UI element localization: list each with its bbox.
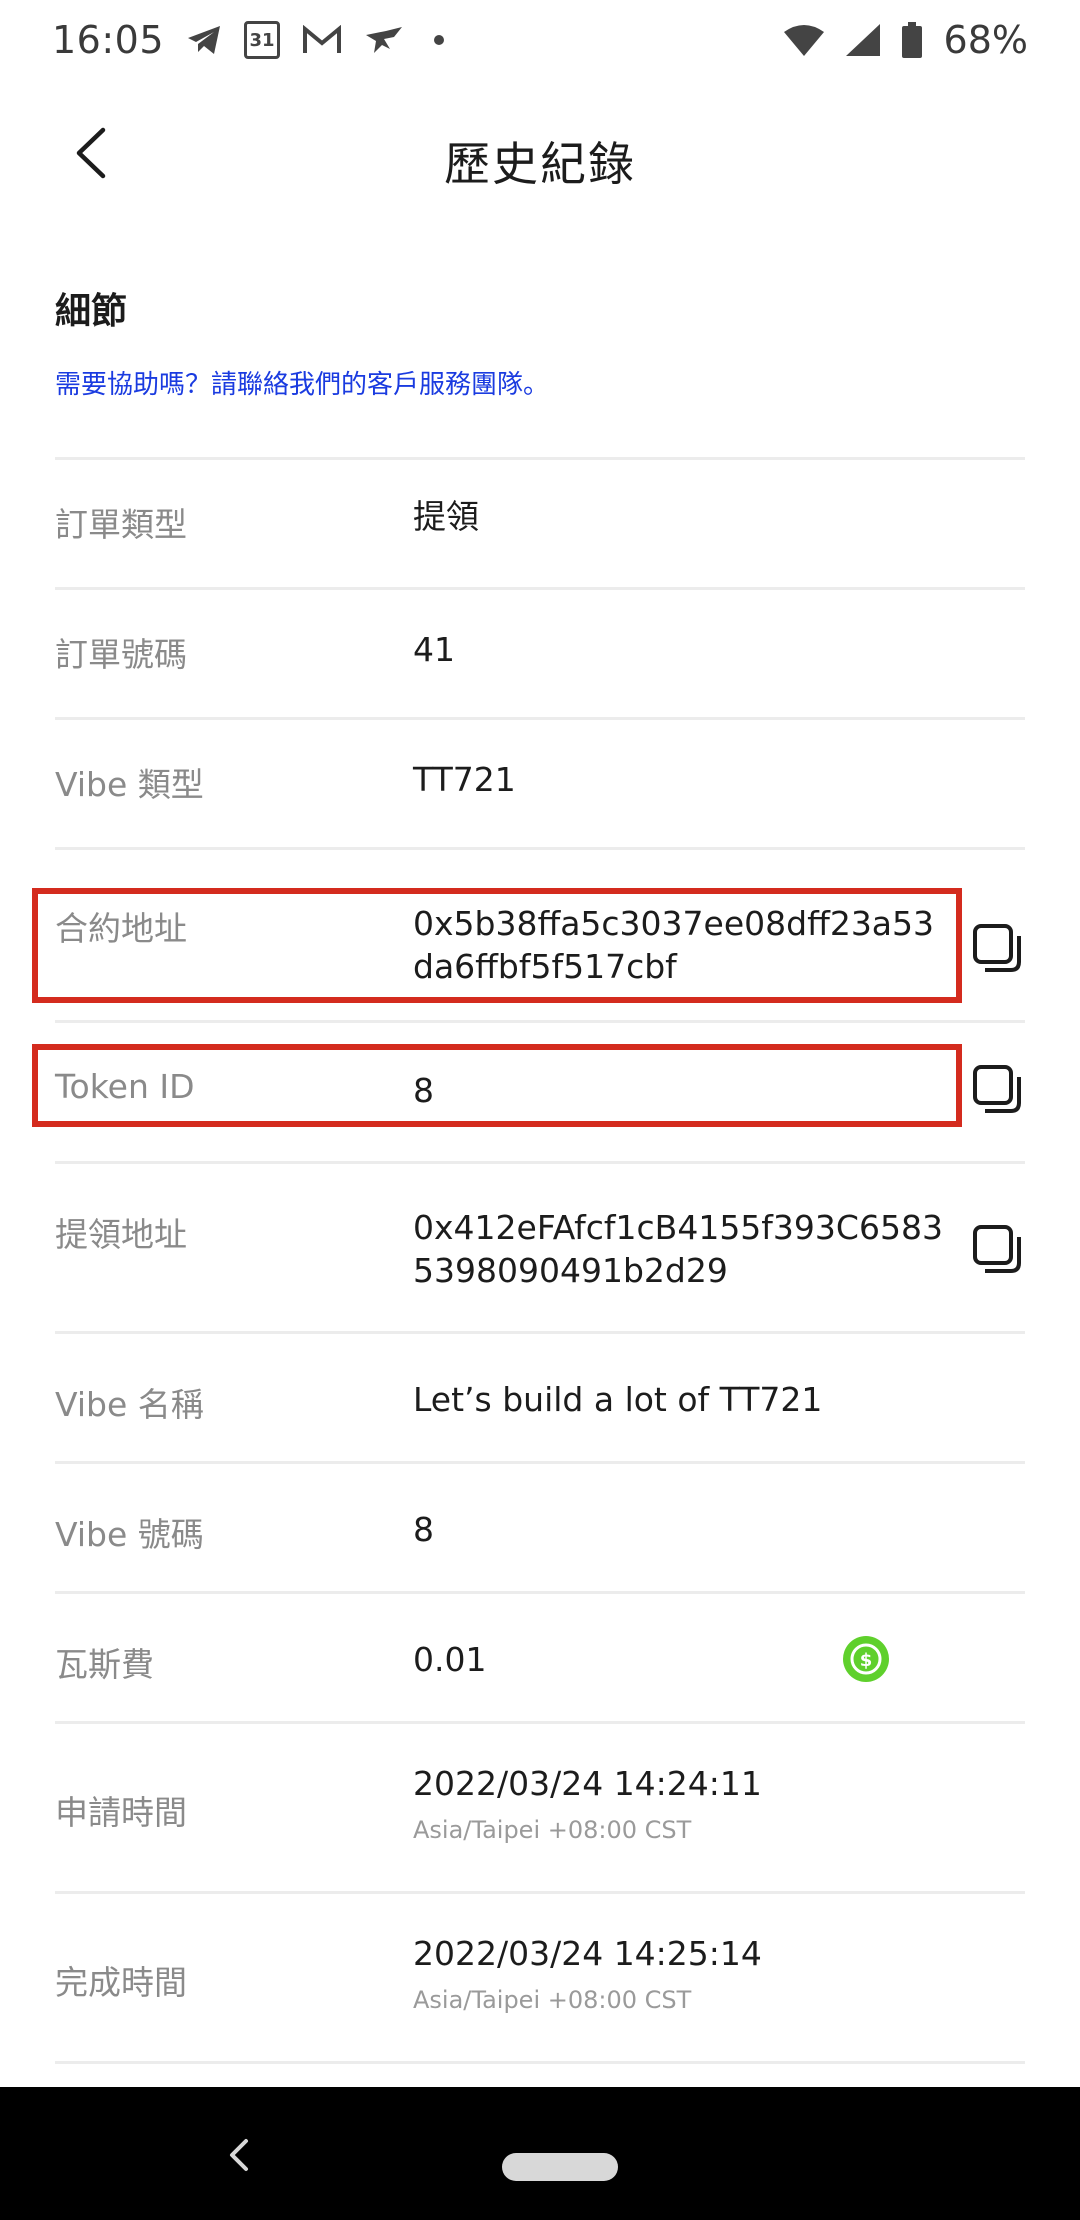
nav-back-button[interactable] <box>218 2125 258 2185</box>
battery-percentage: 68% <box>943 18 1028 62</box>
svg-text:$: $ <box>860 1650 873 1671</box>
status-right: 68% <box>783 18 1028 62</box>
battery-icon <box>901 22 922 58</box>
nav-back-icon <box>230 2139 248 2171</box>
order-type-label: 訂單類型 <box>55 505 187 544</box>
bird-icon <box>364 25 404 55</box>
row-order-number: 訂單號碼 41 <box>55 590 1025 717</box>
section-title: 細節 <box>55 291 128 332</box>
copy-contract-address-button[interactable] <box>969 920 1025 976</box>
contract-address-value-line1: 0x5b38ffa5c3037ee08dff23a53 <box>413 904 935 943</box>
vibe-name-label: Vibe 名稱 <box>55 1385 204 1424</box>
copy-token-id-button[interactable] <box>969 1061 1025 1117</box>
signal-icon <box>845 24 880 56</box>
gas-fee-label: 瓦斯費 <box>55 1645 154 1684</box>
status-bar: 16:05 31 68% <box>0 0 1080 80</box>
withdraw-address-label: 提領地址 <box>55 1215 187 1254</box>
row-vibe-number: Vibe 號碼 8 <box>55 1464 1025 1591</box>
vibe-name-value: Let’s build a lot of TT721 <box>413 1380 823 1419</box>
system-nav-bar <box>0 2087 1080 2220</box>
row-withdraw-address: 提領地址 0x412eFAfcf1cB4155f393C6583 5398090… <box>55 1164 1025 1331</box>
vibe-number-value: 8 <box>413 1510 434 1549</box>
vibe-type-value: TT721 <box>413 760 516 799</box>
wifi-icon <box>783 24 824 56</box>
dot-icon <box>434 35 445 45</box>
home-pill-icon[interactable] <box>502 2153 618 2181</box>
withdraw-address-value-line1: 0x412eFAfcf1cB4155f393C6583 <box>413 1208 943 1247</box>
request-time-value: 2022/03/24 14:24:11 <box>413 1764 762 1803</box>
contract-address-label: 合約地址 <box>55 909 187 948</box>
token-id-label: Token ID <box>55 1067 195 1106</box>
vibe-type-label: Vibe 類型 <box>55 765 204 804</box>
status-time: 16:05 <box>52 18 165 62</box>
calendar-icon: 31 <box>244 21 281 59</box>
help-link[interactable]: 需要協助嗎？請聯絡我們的客戶服務團隊。 <box>55 364 549 401</box>
telegram-icon <box>186 24 222 56</box>
row-request-time: 申請時間 2022/03/24 14:24:11 Asia/Taipei +08… <box>55 1724 1025 1891</box>
copy-icon <box>973 924 1021 972</box>
withdraw-address-value-line2: 5398090491b2d29 <box>413 1251 728 1290</box>
complete-time-timezone: Asia/Taipei +08:00 CST <box>413 1986 692 2014</box>
row-complete-time: 完成時間 2022/03/24 14:25:14 Asia/Taipei +08… <box>55 1894 1025 2061</box>
request-time-label: 申請時間 <box>55 1793 187 1832</box>
copy-icon <box>973 1065 1021 1113</box>
detail-list: 訂單類型 提領 訂單號碼 41 Vibe 類型 TT721 合約地址 0x5b3… <box>32 457 1025 2064</box>
contract-address-value-line2: da6ffbf5f517cbf <box>413 947 677 986</box>
row-gas-fee: 瓦斯費 0.01 $ <box>55 1594 1025 1721</box>
row-vibe-type: Vibe 類型 TT721 <box>55 720 1025 847</box>
page-title: 歷史紀錄 <box>444 137 636 191</box>
gas-fee-value: 0.01 <box>413 1640 487 1679</box>
row-vibe-name: Vibe 名稱 Let’s build a lot of TT721 <box>55 1334 1025 1461</box>
header: 歷史紀錄 <box>0 100 1080 210</box>
row-contract-address: 合約地址 0x5b38ffa5c3037ee08dff23a53 da6ffbf… <box>32 850 1025 1020</box>
divider <box>55 2061 1025 2064</box>
vibe-number-label: Vibe 號碼 <box>55 1515 204 1554</box>
complete-time-label: 完成時間 <box>55 1963 187 2002</box>
order-number-value: 41 <box>413 630 455 669</box>
gmail-icon <box>302 25 342 55</box>
order-type-value: 提領 <box>413 497 479 536</box>
complete-time-value: 2022/03/24 14:25:14 <box>413 1934 762 1973</box>
copy-withdraw-address-button[interactable] <box>969 1221 1025 1277</box>
request-time-timezone: Asia/Taipei +08:00 CST <box>413 1816 692 1844</box>
row-token-id: Token ID 8 <box>32 1023 1025 1161</box>
dollar-coin-icon: $ <box>843 1636 889 1682</box>
status-left: 16:05 31 <box>52 18 445 62</box>
token-id-value: 8 <box>413 1071 434 1110</box>
copy-icon <box>973 1225 1021 1273</box>
row-order-type: 訂單類型 提領 <box>55 460 1025 587</box>
order-number-label: 訂單號碼 <box>55 635 187 674</box>
